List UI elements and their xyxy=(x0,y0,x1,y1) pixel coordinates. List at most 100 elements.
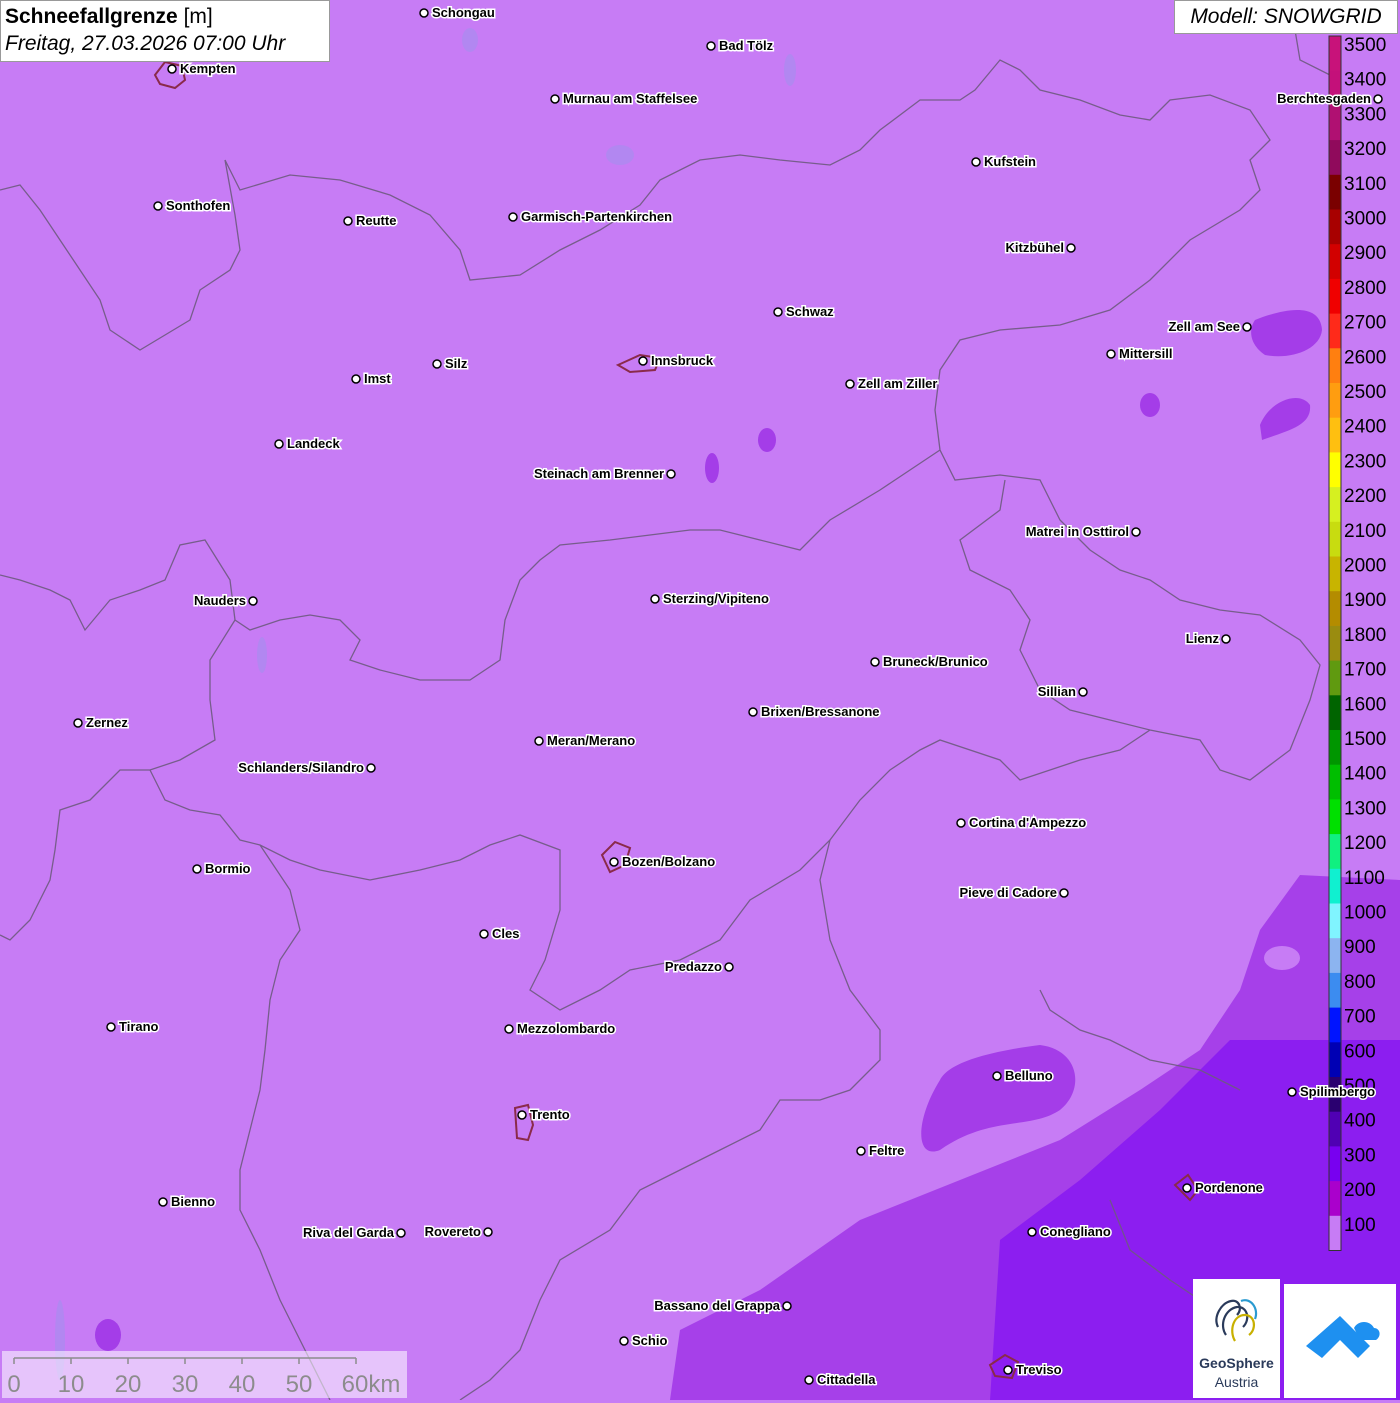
city-marker xyxy=(870,657,880,667)
mountain-cloud-icon xyxy=(1306,1316,1380,1358)
city-label: Treviso xyxy=(1016,1362,1062,1377)
legend-swatch xyxy=(1329,383,1341,419)
map-title-unit: [m] xyxy=(183,5,213,28)
city-marker xyxy=(992,1071,1002,1081)
legend-label: 400 xyxy=(1344,1111,1376,1132)
legend-swatch xyxy=(1329,834,1341,870)
city-label: Bozen/Bolzano xyxy=(622,854,715,869)
geosphere-subtitle: Austria xyxy=(1214,1374,1259,1390)
city-label: Schlanders/Silandro xyxy=(238,760,364,775)
city-marker xyxy=(167,64,177,74)
city-label: Innsbruck xyxy=(651,353,714,368)
legend-swatch xyxy=(1329,1111,1341,1147)
zone-200m-patch xyxy=(95,1319,121,1351)
city-marker xyxy=(706,41,716,51)
city-label: Pieve di Cadore xyxy=(959,885,1057,900)
city-label: Mittersill xyxy=(1119,346,1172,361)
geosphere-name: GeoSphere xyxy=(1199,1355,1274,1371)
city-label: Sterzing/Vipiteno xyxy=(663,591,769,606)
legend-swatch xyxy=(1329,764,1341,800)
city-label: Spilimbergo xyxy=(1300,1084,1375,1099)
legend-swatch xyxy=(1329,313,1341,349)
legend-swatch xyxy=(1329,140,1341,176)
city-marker xyxy=(504,1024,514,1034)
city-marker xyxy=(366,763,376,773)
legend-label: 2900 xyxy=(1344,243,1386,264)
legend-label: 1000 xyxy=(1344,903,1386,924)
legend-label: 700 xyxy=(1344,1007,1376,1028)
city-label: Schio xyxy=(632,1333,667,1348)
legend-swatch xyxy=(1329,1215,1341,1251)
legend-label: 300 xyxy=(1344,1145,1376,1166)
legend-swatch xyxy=(1329,903,1341,939)
legend-label: 3400 xyxy=(1344,70,1386,91)
city-marker xyxy=(782,1301,792,1311)
city-label: Sillian xyxy=(1038,684,1076,699)
legend-label: 1800 xyxy=(1344,625,1386,646)
city-marker xyxy=(517,1110,527,1120)
snowfall-line-map: 3500 3400 3300 3200 3100 3000 2900 2800 2700 2600… xyxy=(0,0,1400,1400)
city-label: Riva del Garda xyxy=(303,1225,395,1240)
legend-label: 1600 xyxy=(1344,694,1386,715)
city-marker xyxy=(773,307,783,317)
legend-label: 1200 xyxy=(1344,833,1386,854)
legend-label: 2600 xyxy=(1344,347,1386,368)
legend-swatch xyxy=(1329,972,1341,1009)
legend-label: 2800 xyxy=(1344,278,1386,299)
city-label: Mezzolombardo xyxy=(517,1021,615,1036)
city-marker xyxy=(609,857,619,867)
map-title-label: Schneefallgrenze xyxy=(5,5,178,28)
zone-200m-patch xyxy=(758,428,776,452)
city-marker xyxy=(971,157,981,167)
legend-swatch xyxy=(1329,452,1341,488)
city-label: Lienz xyxy=(1186,631,1220,646)
city-label: Kufstein xyxy=(984,154,1036,169)
city-marker xyxy=(1003,1365,1013,1375)
city-marker xyxy=(804,1375,814,1385)
legend-label: 1100 xyxy=(1344,868,1385,889)
city-marker xyxy=(1373,94,1383,104)
legend-swatch xyxy=(1329,625,1341,662)
snowgrid-logo[interactable] xyxy=(1284,1284,1396,1398)
city-marker xyxy=(432,359,442,369)
legend-swatch xyxy=(1329,209,1341,245)
city-marker xyxy=(748,707,758,717)
city-marker xyxy=(1287,1087,1297,1097)
city-marker xyxy=(106,1022,116,1032)
legend-swatch xyxy=(1329,105,1341,141)
city-label: Cittadella xyxy=(817,1372,876,1387)
geosphere-logo[interactable]: GeoSphere Austria xyxy=(1193,1279,1280,1398)
legend-label: 3500 xyxy=(1344,35,1386,56)
city-label: Bassano del Grappa xyxy=(654,1298,780,1313)
city-label: Kempten xyxy=(180,61,236,76)
city-label: Feltre xyxy=(869,1143,904,1158)
legend-swatch xyxy=(1329,1007,1341,1043)
city-marker xyxy=(1182,1183,1192,1193)
city-marker xyxy=(724,962,734,972)
map-title-box: Schneefallgrenze [m] Freitag, 27.03.2026… xyxy=(0,0,330,62)
city-marker xyxy=(1221,634,1231,644)
city-label: Bienno xyxy=(171,1194,215,1209)
zone-200m-patch xyxy=(705,453,719,483)
scale-bar-background xyxy=(2,1351,407,1398)
city-label: Steinach am Brenner xyxy=(534,466,664,481)
city-marker xyxy=(73,718,83,728)
city-label: Schongau xyxy=(432,5,495,20)
city-marker xyxy=(534,736,544,746)
legend-label: 100 xyxy=(1344,1215,1376,1236)
city-label: Landeck xyxy=(287,436,341,451)
city-marker xyxy=(483,1227,493,1237)
city-label: Schwaz xyxy=(786,304,834,319)
city-label: Belluno xyxy=(1005,1068,1053,1083)
legend-label: 600 xyxy=(1344,1041,1376,1062)
legend-swatch xyxy=(1329,36,1341,72)
city-label: Conegliano xyxy=(1040,1224,1111,1239)
city-label: Murnau am Staffelsee xyxy=(563,91,697,106)
legend-label: 2400 xyxy=(1344,417,1386,438)
legend-swatch xyxy=(1329,278,1341,315)
legend-swatch xyxy=(1329,487,1341,523)
city-marker xyxy=(153,201,163,211)
city-label: Matrei in Osttirol xyxy=(1026,524,1129,539)
city-label: Bruneck/Brunico xyxy=(883,654,988,669)
legend-label: 800 xyxy=(1344,972,1376,993)
